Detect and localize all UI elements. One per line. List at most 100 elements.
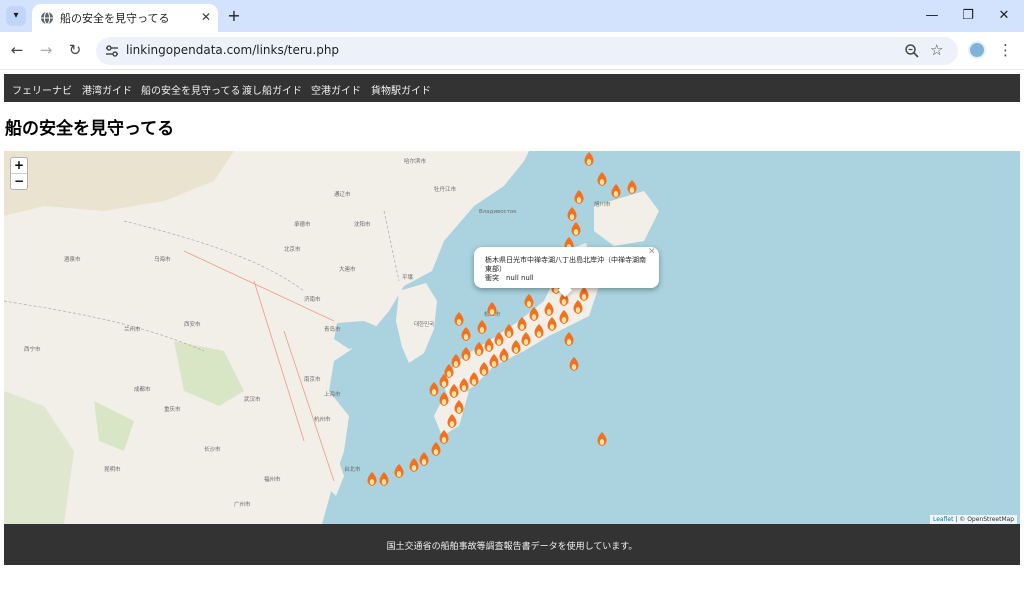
browser-window: ▾ 船の安全を見守ってる ✕ + — ❐ ✕ ← → ↻ linkingopen… <box>0 0 1024 608</box>
map-attribution: Leaflet | © OpenStreetMap <box>930 515 1018 524</box>
svg-text:酒泉市: 酒泉市 <box>64 255 81 263</box>
flame-core-icon <box>536 331 542 337</box>
page-footer: 国土交通省の船舶事故等調査報告書データを使用しています。 <box>4 524 1020 565</box>
flame-core-icon <box>581 294 587 300</box>
flame-core-icon <box>523 339 529 345</box>
flame-core-icon <box>396 471 402 477</box>
svg-text:旭川市: 旭川市 <box>594 200 611 208</box>
osm-attribution[interactable]: | © OpenStreetMap <box>955 516 1014 523</box>
flame-core-icon <box>573 229 579 235</box>
flame-core-icon <box>491 361 497 367</box>
svg-text:西宁市: 西宁市 <box>24 345 41 353</box>
svg-text:青岛市: 青岛市 <box>324 325 341 333</box>
flame-core-icon <box>629 187 635 193</box>
svg-text:台北市: 台北市 <box>344 465 361 473</box>
close-window-icon[interactable]: ✕ <box>994 6 1014 26</box>
restore-icon[interactable]: ❐ <box>958 6 978 26</box>
flame-core-icon <box>441 437 447 443</box>
flame-core-icon <box>449 421 455 427</box>
close-tab-icon[interactable]: ✕ <box>198 9 214 25</box>
svg-text:长沙市: 长沙市 <box>204 445 221 453</box>
flame-core-icon <box>546 309 552 315</box>
nav-link-watashibune[interactable]: 渡し船ガイド <box>242 82 302 97</box>
svg-text:哈尔滨市: 哈尔滨市 <box>404 157 427 165</box>
address-bar[interactable]: linkingopendata.com/links/teru.php ☆ <box>96 37 958 65</box>
svg-text:Владивосток: Владивосток <box>479 209 517 215</box>
svg-text:福州市: 福州市 <box>264 475 281 483</box>
nav-link-freight-station[interactable]: 貨物駅ガイド <box>371 82 431 97</box>
popup-location: 栃木県日光市中禅寺湖八丁出島北岸沖（中禅寺湖南 <box>485 256 646 264</box>
svg-text:杭州市: 杭州市 <box>314 415 331 423</box>
flame-core-icon <box>501 355 507 361</box>
svg-text:西安市: 西安市 <box>184 320 201 328</box>
flame-core-icon <box>431 389 437 395</box>
flame-core-icon <box>586 159 592 165</box>
flame-core-icon <box>489 309 495 315</box>
back-icon[interactable]: ← <box>7 40 27 60</box>
flame-core-icon <box>463 334 469 340</box>
flame-core-icon <box>441 381 447 387</box>
active-tab[interactable]: 船の安全を見守ってる ✕ <box>32 4 218 32</box>
map-tiles: 哈尔滨市 牡丹江市 Владивосток 通辽市 承德市 沈阳市 北京市 大連… <box>4 151 659 524</box>
tab-title: 船の安全を見守ってる <box>60 12 170 25</box>
leaflet-map[interactable]: 哈尔滨市 牡丹江市 Владивосток 通辽市 承德市 沈阳市 北京市 大連… <box>4 151 1020 524</box>
leaflet-link[interactable]: Leaflet <box>933 516 953 523</box>
flame-core-icon <box>421 459 427 465</box>
flame-core-icon <box>369 479 375 485</box>
menu-kebab-icon[interactable]: ⋮ <box>998 40 1013 60</box>
flame-core-icon <box>599 439 605 445</box>
svg-text:南京市: 南京市 <box>304 375 321 383</box>
svg-text:대한민국: 대한민국 <box>414 320 434 328</box>
flame-core-icon <box>461 385 467 391</box>
flame-core-icon <box>471 379 477 385</box>
flame-core-icon <box>576 197 582 203</box>
zoom-icon[interactable] <box>904 43 920 59</box>
flame-core-icon <box>451 391 457 397</box>
minimize-icon[interactable]: — <box>922 6 942 26</box>
site-nav-bar: フェリーナビ 港湾ガイド 船の安全を見守ってる 渡し船ガイド 空港ガイド 貨物駅… <box>4 74 1020 102</box>
new-tab-button[interactable]: + <box>224 6 244 26</box>
flame-core-icon <box>476 349 482 355</box>
zoom-out-button[interactable]: − <box>11 174 27 189</box>
reload-icon[interactable]: ↻ <box>65 40 85 60</box>
flame-core-icon <box>526 301 532 307</box>
flame-core-icon <box>463 354 469 360</box>
popup-close-icon[interactable]: ✕ <box>648 247 656 257</box>
profile-avatar[interactable] <box>968 41 986 59</box>
svg-text:北京市: 北京市 <box>284 245 301 253</box>
page-title: 船の安全を見守ってる <box>5 119 175 139</box>
flame-core-icon <box>479 327 485 333</box>
bookmark-star-icon[interactable]: ☆ <box>930 41 943 59</box>
nav-link-airport[interactable]: 空港ガイド <box>311 82 361 97</box>
svg-text:平壌: 平壌 <box>402 273 414 281</box>
flame-core-icon <box>519 324 525 330</box>
flame-core-icon <box>566 339 572 345</box>
flame-core-icon <box>433 449 439 455</box>
site-settings-icon[interactable] <box>104 43 120 59</box>
svg-text:成都市: 成都市 <box>134 385 151 393</box>
flame-core-icon <box>569 214 575 220</box>
flame-core-icon <box>513 347 519 353</box>
nav-link-port[interactable]: 港湾ガイド <box>82 82 132 97</box>
globe-icon <box>41 11 53 25</box>
svg-text:上海市: 上海市 <box>324 390 341 398</box>
flame-core-icon <box>613 191 619 197</box>
svg-text:乌海市: 乌海市 <box>154 255 171 263</box>
forward-icon[interactable]: → <box>36 40 56 60</box>
svg-text:武汉市: 武汉市 <box>244 395 261 403</box>
nav-link-ship-safety[interactable]: 船の安全を見守ってる <box>141 82 241 97</box>
svg-text:大連市: 大連市 <box>339 265 356 273</box>
tab-search-button[interactable]: ▾ <box>6 6 26 26</box>
flame-core-icon <box>549 324 555 330</box>
flame-core-icon <box>486 345 492 351</box>
nav-link-ferry[interactable]: フェリーナビ <box>12 82 72 97</box>
svg-text:广州市: 广州市 <box>234 500 251 508</box>
flame-core-icon <box>561 317 567 323</box>
zoom-in-button[interactable]: + <box>11 158 27 173</box>
flame-core-icon <box>453 361 459 367</box>
flame-core-icon <box>599 179 605 185</box>
flame-core-icon <box>441 399 447 405</box>
svg-text:通辽市: 通辽市 <box>334 190 351 198</box>
svg-text:承德市: 承德市 <box>294 220 311 228</box>
flame-core-icon <box>571 364 577 370</box>
